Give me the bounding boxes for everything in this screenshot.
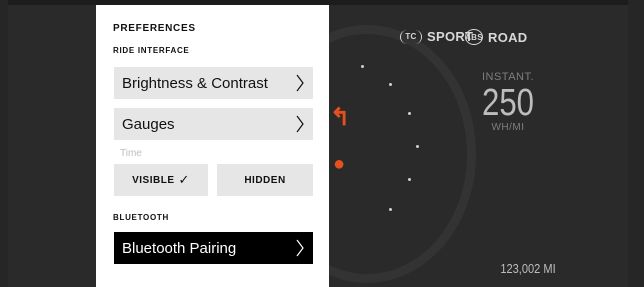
gauges-button[interactable]: Gauges xyxy=(114,108,313,140)
ride-interface-header: RIDE INTERFACE xyxy=(113,46,190,55)
bluetooth-pairing-button[interactable]: Bluetooth Pairing xyxy=(114,232,313,264)
status-row: TC SPORT ABS ROAD xyxy=(400,29,588,45)
abs-icon: ABS xyxy=(465,29,483,45)
time-visible-option[interactable]: VISIBLE ✓ xyxy=(114,164,208,196)
instant-unit: WH/MI xyxy=(491,122,525,133)
gauges-label: Gauges xyxy=(122,115,175,133)
preferences-panel: PREFERENCES RIDE INTERFACE Brightness & … xyxy=(96,5,329,287)
location-marker-icon: ● xyxy=(333,153,346,175)
gauge-tick xyxy=(416,145,419,148)
gauge-tick xyxy=(389,83,392,86)
outer-frame-right xyxy=(628,0,644,287)
abs-status: ABS ROAD xyxy=(465,29,527,45)
hidden-label: HIDDEN xyxy=(244,174,286,186)
gauge-tick xyxy=(361,65,364,68)
gauge-tick xyxy=(408,112,411,115)
time-label: Time xyxy=(120,148,142,159)
gauge-tick xyxy=(408,178,411,181)
visible-label: VISIBLE xyxy=(132,174,175,186)
battery-marker-icon: ↰ xyxy=(330,104,351,131)
outer-frame-left xyxy=(0,0,8,287)
chevron-right-icon xyxy=(296,74,304,92)
instant-value: 250 xyxy=(482,82,534,124)
chevron-right-icon xyxy=(296,239,304,257)
gauge-tick xyxy=(389,208,392,211)
time-hidden-option[interactable]: HIDDEN xyxy=(217,164,313,196)
bluetooth-header: BLUETOOTH xyxy=(113,213,169,222)
brightness-contrast-label: Brightness & Contrast xyxy=(122,74,268,92)
panel-title: PREFERENCES xyxy=(113,23,196,34)
odometer: 123,002 MI xyxy=(500,261,556,276)
traction-control-status: TC SPORT xyxy=(400,29,473,44)
bluetooth-pairing-label: Bluetooth Pairing xyxy=(122,239,237,257)
brightness-contrast-button[interactable]: Brightness & Contrast xyxy=(114,67,313,99)
checkmark-icon: ✓ xyxy=(178,172,190,187)
ride-mode-label: ROAD xyxy=(488,29,528,45)
chevron-right-icon xyxy=(296,115,304,133)
tc-icon: TC xyxy=(400,29,422,44)
